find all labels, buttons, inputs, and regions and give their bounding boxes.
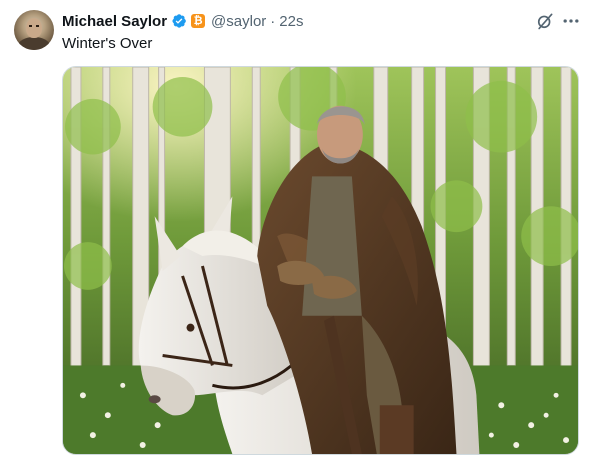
timestamp[interactable]: 22s bbox=[279, 13, 303, 30]
tweet[interactable]: Michael Saylor ₿ @saylor · 22s Winter's … bbox=[0, 0, 590, 460]
verified-badge-icon[interactable] bbox=[171, 13, 187, 29]
more-horizontal-icon[interactable] bbox=[561, 11, 581, 31]
separator-dot: · bbox=[270, 12, 276, 30]
photo-horseman-in-aspen-forest bbox=[63, 67, 578, 454]
avatar-face bbox=[26, 18, 42, 38]
avatar[interactable] bbox=[14, 10, 54, 50]
bitcoin-badge-icon[interactable]: ₿ bbox=[191, 14, 206, 28]
tweet-header: Michael Saylor ₿ @saylor · 22s bbox=[62, 11, 303, 31]
grok-icon[interactable] bbox=[535, 11, 555, 31]
avatar-shoulders bbox=[18, 37, 50, 50]
author-name[interactable]: Michael Saylor bbox=[62, 13, 167, 30]
author-handle[interactable]: @saylor bbox=[211, 13, 266, 30]
tweet-text: Winter's Over bbox=[62, 35, 153, 52]
avatar-eyes bbox=[29, 25, 39, 27]
tweet-media-image[interactable] bbox=[62, 66, 579, 455]
